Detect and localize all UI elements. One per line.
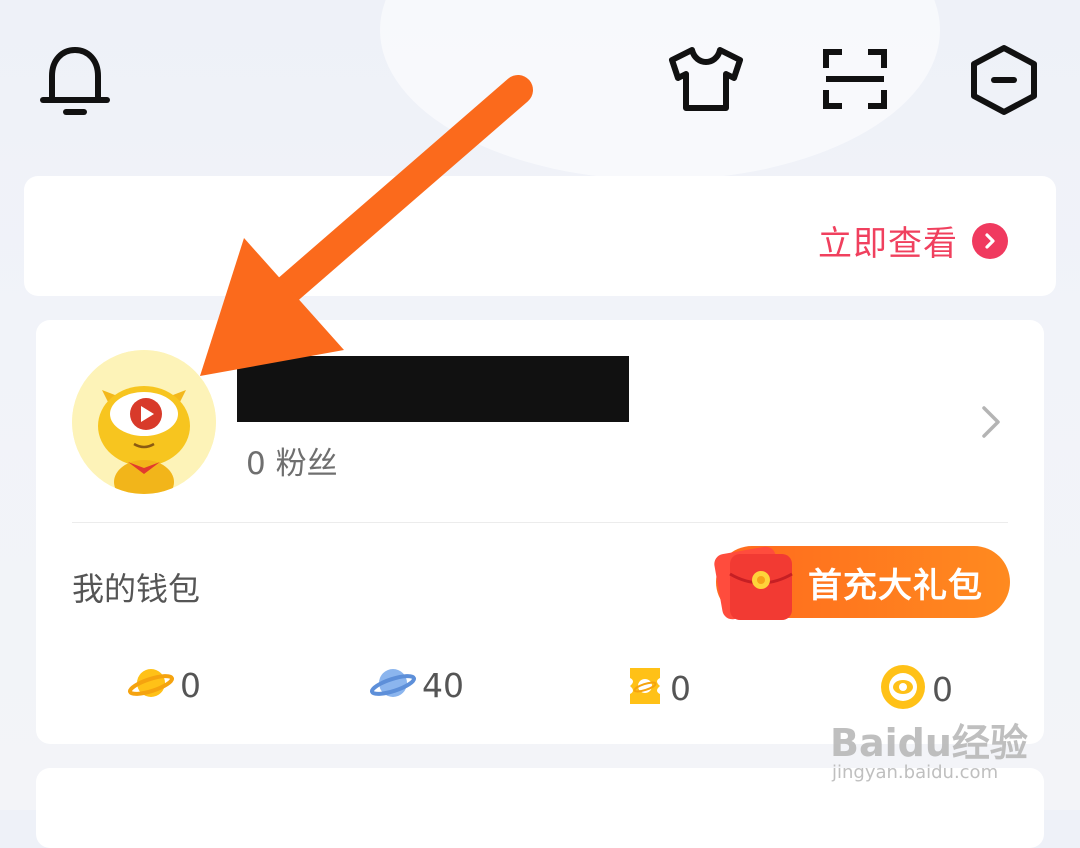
red-envelope-icon	[712, 540, 798, 628]
chevron-right-circle-icon	[972, 222, 1008, 259]
stat-eye-coin[interactable]: 0	[880, 664, 953, 714]
blue-planet-icon	[369, 664, 417, 706]
bell-icon[interactable]	[40, 44, 110, 116]
username-redacted	[237, 356, 629, 422]
ticket-icon	[626, 664, 664, 712]
banner-card: 立即查看	[24, 176, 1056, 296]
chevron-right-icon[interactable]	[980, 404, 1002, 444]
watermark-brand: Baidu经验	[830, 721, 1028, 765]
gold-planet-icon	[127, 664, 175, 706]
hexagon-minus-icon[interactable]	[970, 44, 1038, 116]
fans-count[interactable]: 0 粉丝	[246, 438, 338, 483]
tshirt-icon[interactable]	[668, 46, 744, 112]
stat-ticket[interactable]: 0	[626, 664, 691, 712]
avatar[interactable]	[72, 350, 216, 494]
stat-value: 40	[422, 665, 464, 705]
wallet-title: 我的钱包	[72, 570, 201, 608]
stat-value: 0	[932, 669, 953, 709]
divider	[72, 522, 1008, 523]
watermark-url: jingyan.baidu.com	[832, 762, 999, 783]
eye-coin-icon	[880, 664, 926, 714]
watermark: Baidu经验 jingyan.baidu.com	[830, 712, 1050, 792]
stat-value: 0	[180, 665, 201, 705]
view-now-label: 立即查看	[818, 224, 958, 264]
first-recharge-gift-button[interactable]: 首充大礼包	[714, 546, 1010, 620]
profile-card: 0 粉丝 我的钱包 首充大礼包 0 40 0 0	[36, 320, 1044, 744]
gift-label: 首充大礼包	[808, 566, 983, 606]
stat-gold-planet[interactable]: 0	[127, 664, 201, 706]
cat-mascot-icon	[72, 350, 216, 494]
view-now-link[interactable]: 立即查看	[818, 216, 1008, 265]
scan-icon[interactable]	[822, 48, 888, 110]
stat-blue-planet[interactable]: 40	[369, 664, 464, 706]
stat-value: 0	[670, 668, 691, 708]
